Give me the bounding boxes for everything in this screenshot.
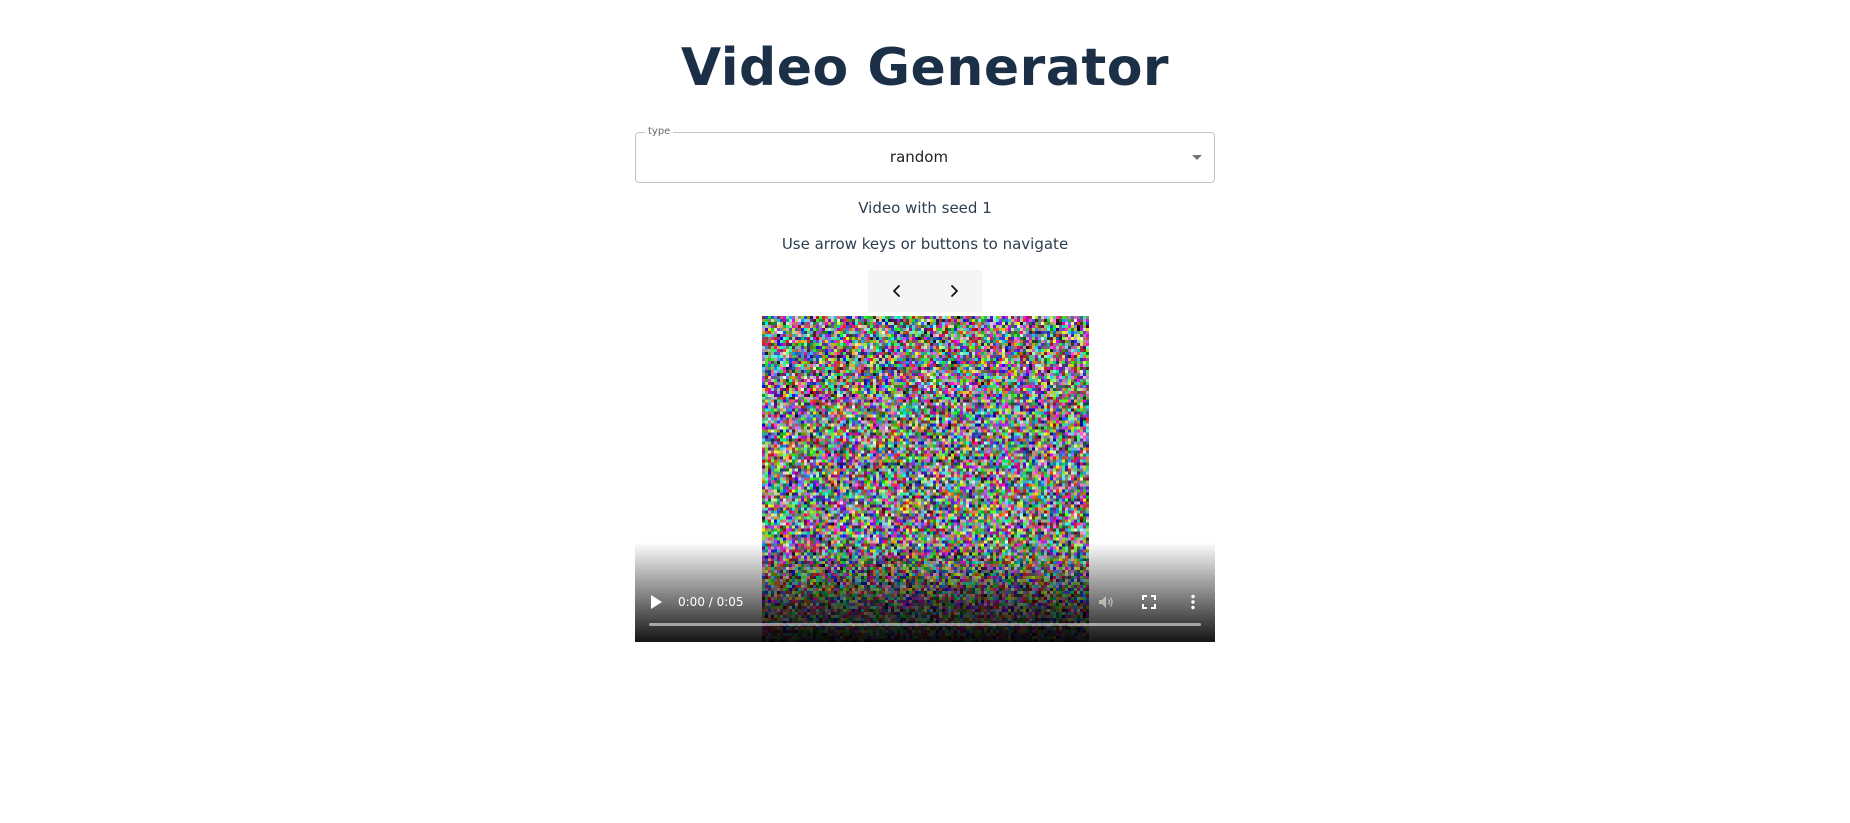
chevron-right-icon bbox=[950, 285, 958, 297]
page: Video Generator type random Video with s… bbox=[0, 0, 1850, 823]
navigation-buttons bbox=[868, 270, 983, 312]
time-display: 0:00 / 0:05 bbox=[678, 595, 744, 609]
video-controls: 0:00 / 0:05 bbox=[635, 572, 1215, 642]
dropdown-arrow-icon bbox=[1192, 155, 1202, 160]
fullscreen-icon[interactable] bbox=[1140, 593, 1158, 611]
volume-icon[interactable] bbox=[1097, 593, 1115, 611]
chevron-left-icon bbox=[892, 285, 900, 297]
more-vert-icon[interactable] bbox=[1184, 593, 1202, 611]
next-button[interactable] bbox=[925, 270, 982, 312]
type-select[interactable]: type random bbox=[635, 125, 1215, 183]
navigation-hint: Use arrow keys or buttons to navigate bbox=[781, 235, 1069, 253]
play-icon[interactable] bbox=[648, 593, 664, 611]
previous-button[interactable] bbox=[868, 270, 925, 312]
video-player[interactable]: 0:00 / 0:05 bbox=[635, 316, 1215, 642]
page-title: Video Generator bbox=[680, 38, 1170, 98]
type-select-value: random bbox=[889, 148, 949, 166]
seed-text: Video with seed 1 bbox=[858, 199, 992, 217]
progress-bar[interactable] bbox=[649, 623, 1201, 626]
